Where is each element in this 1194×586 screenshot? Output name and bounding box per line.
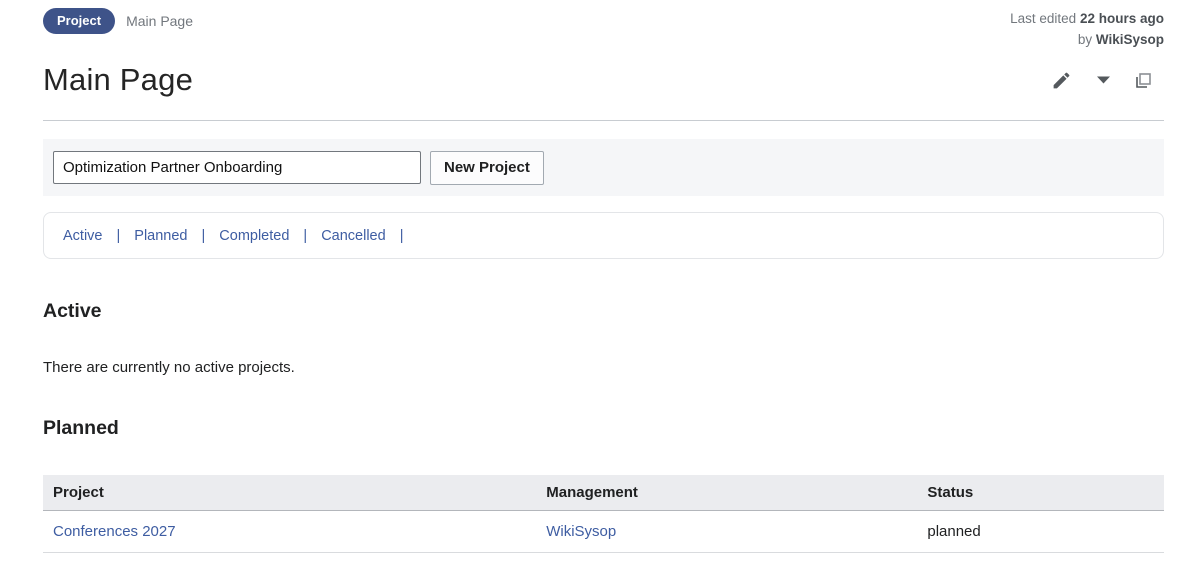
project-name-input[interactable]: [53, 151, 421, 184]
nav-separator: |: [117, 228, 121, 244]
last-edited-by: by: [1078, 32, 1092, 47]
section-heading-planned: Planned: [43, 417, 1164, 440]
caret-down-icon: [1097, 76, 1110, 84]
expand-window-icon: [1135, 72, 1152, 89]
project-link[interactable]: Conferences 2027: [53, 523, 176, 540]
page-header: Project Main Page Last edited 22 hours a…: [43, 0, 1164, 50]
last-edited-prefix: Last edited: [1010, 11, 1076, 26]
nav-link-active[interactable]: Active: [63, 228, 103, 244]
breadcrumb: Project Main Page: [43, 8, 193, 34]
page-title: Main Page: [43, 62, 193, 98]
page-actions-menu-button[interactable]: [1097, 76, 1110, 84]
table-header-row: Project Management Status: [43, 475, 1164, 511]
column-header-status: Status: [917, 475, 1164, 511]
breadcrumb-page[interactable]: Main Page: [126, 13, 193, 29]
table-row: Conferences 2027 WikiSysop planned: [43, 511, 1164, 553]
new-project-button[interactable]: New Project: [430, 151, 544, 185]
section-heading-active: Active: [43, 300, 1164, 323]
new-project-toolbar: New Project: [43, 139, 1164, 196]
column-header-project: Project: [43, 475, 536, 511]
last-edited-line1: Last edited 22 hours ago: [1010, 8, 1164, 29]
status-value: planned: [927, 523, 980, 540]
pencil-icon: [1051, 70, 1072, 91]
expand-button[interactable]: [1135, 72, 1152, 89]
last-edited-time: 22 hours ago: [1080, 11, 1164, 26]
breadcrumb-namespace-pill[interactable]: Project: [43, 8, 115, 34]
title-divider: [43, 120, 1164, 121]
title-actions: [1051, 70, 1164, 91]
last-edited-line2: by WikiSysop: [1010, 29, 1164, 50]
title-row: Main Page: [43, 62, 1164, 98]
management-user-link[interactable]: WikiSysop: [546, 523, 616, 540]
status-filter-nav: Active | Planned | Completed | Cancelled…: [43, 212, 1164, 259]
edit-button[interactable]: [1051, 70, 1072, 91]
active-empty-message: There are currently no active projects.: [43, 359, 1164, 376]
nav-separator: |: [303, 228, 307, 244]
nav-link-cancelled[interactable]: Cancelled: [321, 228, 386, 244]
nav-separator: |: [400, 228, 404, 244]
nav-link-completed[interactable]: Completed: [219, 228, 289, 244]
nav-separator: |: [202, 228, 206, 244]
last-edited-meta: Last edited 22 hours ago by WikiSysop: [1010, 8, 1164, 50]
planned-projects-table: Project Management Status Conferences 20…: [43, 475, 1164, 553]
column-header-management: Management: [536, 475, 917, 511]
page-content: Project Main Page Last edited 22 hours a…: [0, 0, 1194, 553]
last-edited-user: WikiSysop: [1096, 32, 1164, 47]
nav-link-planned[interactable]: Planned: [134, 228, 187, 244]
